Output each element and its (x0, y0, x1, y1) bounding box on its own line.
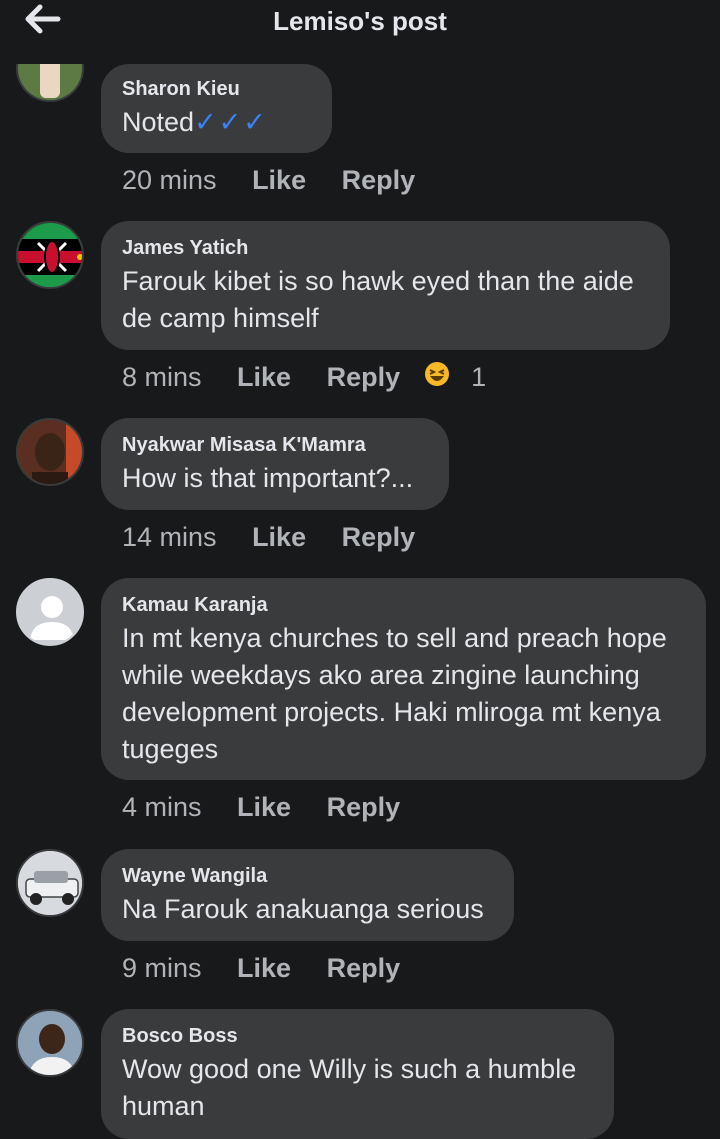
page-title: Lemiso's post (273, 6, 447, 36)
avatar[interactable] (16, 849, 84, 917)
comment-bubble[interactable]: James Yatich Farouk kibet is so hawk eye… (101, 221, 670, 350)
like-button[interactable]: Like (237, 362, 291, 393)
comment-actions: 14 mins Like Reply (122, 521, 415, 557)
comment-author[interactable]: Bosco Boss (122, 1023, 592, 1049)
comment-author[interactable]: Wayne Wangila (122, 863, 492, 889)
comment-author[interactable]: Kamau Karanja (122, 592, 684, 618)
comment-text: How is that important?... (122, 463, 414, 493)
reply-button[interactable]: Reply (327, 362, 401, 393)
comment-actions: 9 mins Like Reply (122, 952, 400, 988)
comment-author[interactable]: Nyakwar Misasa K'Mamra (122, 432, 427, 458)
car-photo-avatar-icon (18, 851, 82, 915)
avatar-photo-icon (18, 420, 82, 484)
reply-button[interactable]: Reply (327, 792, 401, 823)
like-button[interactable]: Like (237, 953, 291, 984)
avatar[interactable] (16, 578, 84, 646)
avatar[interactable] (16, 1009, 84, 1077)
reply-button[interactable]: Reply (327, 953, 401, 984)
haha-reaction-icon[interactable] (424, 361, 450, 394)
like-button[interactable]: Like (237, 792, 291, 823)
comment-time[interactable]: 20 mins (122, 165, 217, 196)
comment-bubble[interactable]: Bosco Boss Wow good one Willy is such a … (101, 1009, 614, 1139)
reply-button[interactable]: Reply (342, 522, 416, 553)
comment-actions: 20 mins Like Reply (122, 164, 415, 200)
reply-button[interactable]: Reply (342, 165, 416, 196)
comment-actions: 4 mins Like Reply (122, 791, 400, 827)
comment-time[interactable]: 9 mins (122, 953, 202, 984)
comment-text: Farouk kibet is so hawk eyed than the ai… (122, 266, 634, 333)
like-button[interactable]: Like (252, 522, 306, 553)
avatar[interactable] (16, 221, 84, 289)
comment-author[interactable]: James Yatich (122, 235, 648, 261)
comment-bubble[interactable]: Nyakwar Misasa K'Mamra How is that impor… (101, 418, 449, 510)
check-marks-emoji: ✓✓✓ (194, 107, 268, 137)
comment-time[interactable]: 8 mins (122, 362, 202, 393)
comment-bubble[interactable]: Kamau Karanja In mt kenya churches to se… (101, 578, 706, 780)
comment-text: Noted✓✓✓ (122, 107, 268, 137)
comment-text: In mt kenya churches to sell and preach … (122, 623, 667, 764)
avatar-photo-icon (18, 1011, 82, 1075)
comment-bubble[interactable]: Wayne Wangila Na Farouk anakuanga seriou… (101, 849, 514, 941)
comment-time[interactable]: 4 mins (122, 792, 202, 823)
comment-bubble[interactable]: Sharon Kieu Noted✓✓✓ (101, 64, 332, 153)
reaction-count: 1 (471, 362, 487, 393)
comment-text: Na Farouk anakuanga serious (122, 894, 484, 924)
kenya-flag-avatar-icon (18, 223, 82, 287)
like-button[interactable]: Like (252, 165, 306, 196)
default-profile-icon (18, 580, 82, 644)
top-bar: Lemiso's post (0, 0, 720, 64)
comment-time[interactable]: 14 mins (122, 522, 217, 553)
avatar[interactable] (16, 418, 84, 486)
comment-author[interactable]: Sharon Kieu (122, 76, 310, 102)
comment-actions: 8 mins Like Reply 1 (122, 361, 486, 397)
